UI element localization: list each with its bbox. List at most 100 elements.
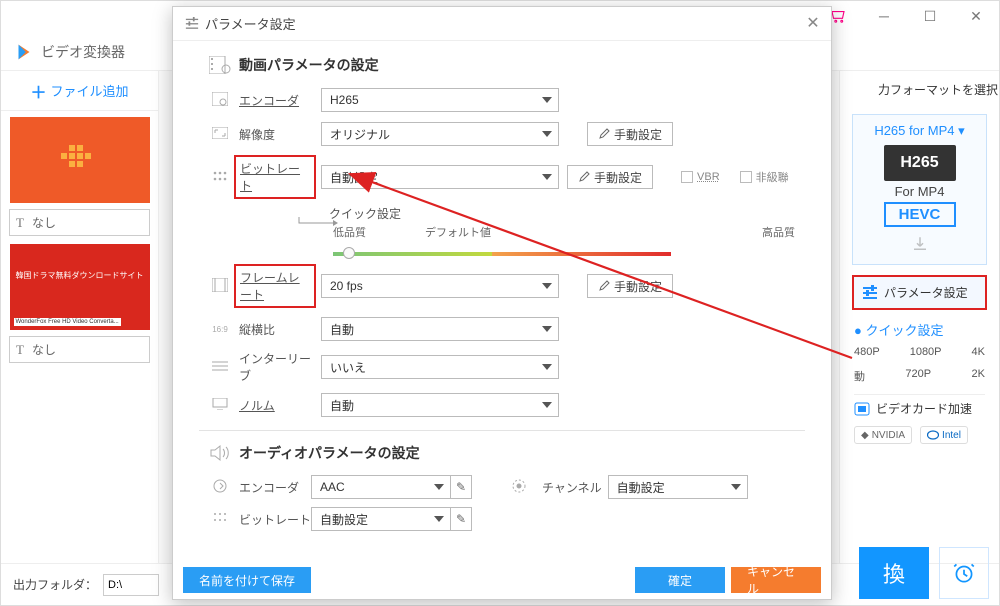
minimize-button[interactable]: ─ xyxy=(861,1,907,31)
encoder-select[interactable]: H265 xyxy=(321,88,559,112)
encoder-label: エンコーダ xyxy=(239,92,321,109)
format-badge-h265: H265 xyxy=(884,145,956,181)
output-folder-input[interactable] xyxy=(103,574,159,596)
sliders-icon xyxy=(185,17,199,31)
quick-settings-head: ● クイック設定 xyxy=(854,320,985,339)
format-card[interactable]: H265 for MP4 ▾ H265 For MP4 HEVC xyxy=(852,114,987,265)
alarm-icon xyxy=(951,560,977,586)
interleave-icon xyxy=(209,360,231,374)
output-folder-label: 出力フォルダ： xyxy=(13,576,97,593)
quality-labels: 低品質 デフォルト値 高品質 xyxy=(333,224,795,240)
right-panel: 力フォーマットを選択 H265 for MP4 ▾ H265 For MP4 H… xyxy=(839,71,999,563)
channel-icon xyxy=(508,479,530,496)
film-gear-icon xyxy=(209,56,231,74)
chip-nvidia[interactable]: ◆ NVIDIA xyxy=(854,426,912,444)
dialog-close-button[interactable]: ✕ xyxy=(803,13,823,33)
app-logo: ビデオ変換器 xyxy=(13,41,125,63)
channel-label: チャンネル xyxy=(542,479,602,496)
bitrate-icon xyxy=(209,170,231,185)
resolution-icon xyxy=(209,127,231,142)
norm-icon xyxy=(209,398,231,413)
thumb-caption-2: WonderFox Free HD Video Converta... xyxy=(14,318,121,326)
subtitle-field-2[interactable]: Tなし xyxy=(9,336,150,363)
add-file-button[interactable]: ＋ ファイル追加 xyxy=(1,71,158,111)
video-section-head: 動画パラメータの設定 xyxy=(209,55,795,75)
quality-slider[interactable] xyxy=(333,252,671,256)
quick-row-2: 動 720P 2K xyxy=(854,368,985,384)
aspect-select[interactable]: 自動 xyxy=(321,317,559,341)
thumb-caption-1: 韓国ドラマ無料ダウンロードサイト xyxy=(16,270,144,281)
framerate-manual-button[interactable]: 手動設定 xyxy=(587,274,673,298)
video-thumbnail-2[interactable]: 韓国ドラマ無料ダウンロードサイト WonderFox Free HD Video… xyxy=(10,244,150,330)
gpu-accel-row[interactable]: ビデオカード加速 xyxy=(854,394,985,422)
chip-intel[interactable]: Intel xyxy=(920,426,968,444)
dialog-titlebar: パラメータ設定 ✕ xyxy=(173,7,831,41)
format-badge-formp4: For MP4 xyxy=(861,184,978,199)
aspect-icon: 16:9 xyxy=(209,325,231,334)
a-bitrate-select[interactable]: 自動設定 xyxy=(311,507,451,531)
quick-settings: ● クイック設定 480P 1080P 4K 動 720P 2K xyxy=(854,320,985,384)
subtitle-field-1[interactable]: Tなし xyxy=(9,209,150,236)
alarm-button[interactable] xyxy=(939,547,989,599)
a-bitrate-icon xyxy=(209,512,231,527)
resolution-manual-button[interactable]: 手動設定 xyxy=(587,122,673,146)
a-encoder-edit[interactable]: ✎ xyxy=(450,475,472,499)
close-button[interactable]: ✕ xyxy=(953,1,999,31)
save-as-button[interactable]: 名前を付けて保存 xyxy=(183,567,311,593)
sliders-icon xyxy=(862,285,878,301)
vbr-checkbox[interactable]: VBR xyxy=(681,171,720,183)
dialog-title: パラメータ設定 xyxy=(205,14,296,33)
framerate-select[interactable]: 20 fps xyxy=(321,274,559,298)
cascade-checkbox[interactable]: 非級聯 xyxy=(740,169,789,185)
norm-label: ノルム xyxy=(239,397,321,414)
a-encoder-select[interactable]: AAC xyxy=(311,475,451,499)
chip-icon xyxy=(854,402,870,416)
text-icon: T xyxy=(16,342,24,358)
slider-handle[interactable] xyxy=(343,247,355,259)
pencil-icon xyxy=(578,171,590,183)
resolution-select[interactable]: オリジナル xyxy=(321,122,559,146)
plus-icon: ＋ xyxy=(30,79,46,103)
resolution-label: 解像度 xyxy=(239,126,321,143)
tiles-icon xyxy=(61,145,99,175)
framerate-label: フレームレート xyxy=(234,264,316,308)
left-panel: ＋ ファイル追加 Tなし 韓国ドラマ無料ダウンロードサイト WonderFox … xyxy=(1,71,159,563)
ok-button[interactable]: 確定 xyxy=(635,567,725,593)
output-format-title: 力フォーマットを選択 xyxy=(840,71,999,108)
app-title: ビデオ変換器 xyxy=(41,42,125,62)
divider xyxy=(199,430,805,431)
aspect-label: 縦横比 xyxy=(239,321,321,338)
video-thumbnail-1[interactable] xyxy=(10,117,150,203)
encoder-icon xyxy=(209,92,231,109)
a-encoder-label: エンコーダ xyxy=(239,479,311,496)
quickset-label: クイック設定 xyxy=(329,205,795,222)
bitrate-select[interactable]: 自動設定 xyxy=(321,165,559,189)
pencil-icon xyxy=(598,128,610,140)
dialog-footer: 名前を付けて保存 確定 キャンセル xyxy=(173,563,831,599)
cancel-button[interactable]: キャンセル xyxy=(731,567,821,593)
format-card-head: H265 for MP4 ▾ xyxy=(861,123,978,139)
window-controls: ─ ☐ ✕ xyxy=(815,1,999,31)
format-badge-hevc: HEVC xyxy=(884,202,956,227)
a-bitrate-edit[interactable]: ✎ xyxy=(450,507,472,531)
gpu-chips: ◆ NVIDIA Intel xyxy=(854,426,985,444)
interleave-select[interactable]: いいえ xyxy=(321,355,559,379)
maximize-button[interactable]: ☐ xyxy=(907,1,953,31)
convert-button[interactable]: 換 xyxy=(859,547,929,599)
interleave-label: インターリーブ xyxy=(239,350,321,384)
bitrate-manual-button[interactable]: 手動設定 xyxy=(567,165,653,189)
framerate-icon xyxy=(209,278,231,295)
parameter-settings-button[interactable]: パラメータ設定 xyxy=(852,275,987,310)
audio-section-head: オーディオパラメータの設定 xyxy=(209,443,795,463)
quick-row-1: 480P 1080P 4K xyxy=(854,346,985,358)
download-icon xyxy=(911,235,929,253)
bitrate-label: ビットレート xyxy=(234,155,316,199)
channel-select[interactable]: 自動設定 xyxy=(608,475,748,499)
dialog-body: 動画パラメータの設定 エンコーダ H265 解像度 オリジナル 手動設定 ビット… xyxy=(173,41,831,563)
norm-select[interactable]: 自動 xyxy=(321,393,559,417)
a-encoder-icon xyxy=(209,479,231,496)
app-logo-icon xyxy=(13,41,35,63)
quickset-arrow-icon xyxy=(291,216,339,230)
intel-icon xyxy=(927,429,939,441)
pencil-icon xyxy=(598,280,610,292)
